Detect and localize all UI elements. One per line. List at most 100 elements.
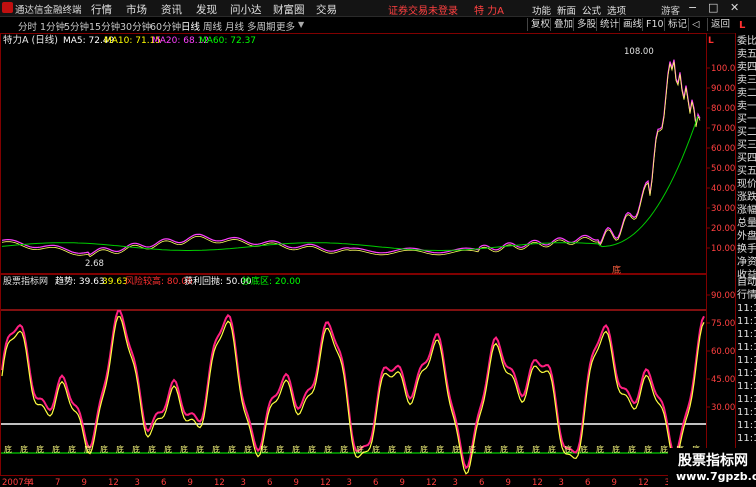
quote-item[interactable]: 外盘 [737,230,756,243]
period-5min[interactable]: 5分钟 [64,19,89,33]
bottom-marker: 底 [660,444,668,454]
quote-item[interactable]: 买二 [737,126,756,139]
menu-xuanxiang[interactable]: 选项 [607,3,626,17]
quote-item[interactable]: 卖四 [737,61,756,74]
period-multi[interactable]: 多周期 [247,19,276,33]
menu-faxian[interactable]: 发现 [196,2,217,17]
bottom-marker: 底 [644,444,652,454]
indicator-axis: 90.00 75.00 60.00 45.00 30.00 [706,291,735,413]
quote-item[interactable]: 换手 [737,243,756,256]
price-bottom-tag: 底 [612,264,621,276]
back-button[interactable]: 返回 [707,18,733,31]
price-tick-label: 30.00 [711,204,735,214]
more-arrow-icon[interactable]: ▼ [298,20,304,29]
tick-item: 11:1 [737,394,756,405]
quote-item[interactable]: 涨幅 [737,204,756,217]
trade-login-alert[interactable]: 证券交易未登录 [388,2,458,17]
stock-chart[interactable]: 特力A (日线) MA5: 72.49 MA10: 71.15 MA20: 68… [0,33,735,487]
bottom-marker: 底 [372,444,380,454]
indicator-tick-label: 75.00 [711,319,735,329]
title-bar: 通达信金融终端 行情 市场 资讯 发现 问小达 财富圈 交易 证券交易未登录 特… [0,0,756,17]
minimize-icon[interactable]: − [688,1,697,14]
period-30min[interactable]: 30分钟 [120,19,151,33]
period-fenshi[interactable]: 分时 [18,19,37,33]
price-tick-label: 10.00 [711,244,735,254]
quote-item[interactable]: 买四 [737,152,756,165]
close-icon[interactable]: ✕ [730,1,739,14]
quote-item[interactable]: 买五 [737,165,756,178]
indicator-value: 39.63 [102,277,128,287]
tick-item: 行情 [737,290,756,301]
maximize-icon[interactable]: □ [708,1,718,14]
bottom-marker: 底 [36,444,44,454]
biaoji-button[interactable]: 标记 [664,18,690,31]
indicator-tick-label: 90.00 [711,291,735,301]
quote-item[interactable]: 净资 [737,256,756,269]
high-price-label: 108.00 [624,47,654,57]
price-tick-label: 80.00 [711,104,735,114]
tick-item: 11:1 [737,329,756,340]
quote-item[interactable]: 现价 [737,178,756,191]
quote-item[interactable]: 卖三 [737,74,756,87]
ma60-label: MA60: 72.37 [199,36,256,46]
date-tick-label: 6 [161,478,166,487]
date-tick-label: 3 [559,478,564,487]
period-weekly[interactable]: 周线 [203,19,222,33]
date-tick-label: 9 [612,478,617,487]
bottom-marker: 底 [420,444,428,454]
bottom-marker: 底 [484,444,492,454]
tick-item: 11:1 [737,420,756,431]
quote-item[interactable]: 委比 [737,35,756,48]
indicator-trend: 趋势: 39.63 [55,275,105,287]
menu-zixun[interactable]: 资讯 [161,2,182,17]
collapse-icon[interactable]: ◁ [688,18,702,31]
date-tick-label: 9 [82,478,87,487]
bottom-marker: 底 [52,444,60,454]
quote-item[interactable]: 涨跌 [737,191,756,204]
period-more[interactable]: 更多 [276,19,295,33]
period-daily[interactable]: 日线 [181,19,200,33]
menu-jiaoyi[interactable]: 交易 [316,2,337,17]
price-tick-label: 60.00 [711,144,735,154]
menu-gongneng[interactable]: 功能 [532,3,551,17]
quote-item[interactable]: 买一 [737,113,756,126]
tick-item: 11:1 [737,368,756,379]
menu-shichang[interactable]: 市场 [126,2,147,17]
indicator-bottom: 抄底区: 20.00 [242,275,301,287]
menu-caifuquan[interactable]: 财富圈 [273,2,305,17]
price-tick-label: 100.0 [711,64,735,74]
quote-item[interactable]: 总量 [737,217,756,230]
quote-item[interactable]: 卖一 [737,100,756,113]
date-tick-label: 12 [426,478,437,487]
quote-item[interactable]: 卖五 [737,48,756,61]
bottom-marker: 底 [436,444,444,454]
menu-gongshi[interactable]: 公式 [582,3,601,17]
bottom-marker: 底 [20,444,28,454]
price-tick-label: 50.00 [711,164,735,174]
menu-xinmian[interactable]: 新面 [557,3,576,17]
period-monthly[interactable]: 月线 [225,19,244,33]
bottom-marker: 底 [4,444,12,454]
price-tick-label: 20.00 [711,224,735,234]
period-15min[interactable]: 15分钟 [89,19,120,33]
quote-item[interactable]: 买三 [737,139,756,152]
tick-item: 11:1 [737,342,756,353]
quote-item[interactable]: 卖二 [737,87,756,100]
price-side-marker: L [708,36,714,46]
menu-wenxiaoda[interactable]: 问小达 [230,2,262,17]
period-60min[interactable]: 60分钟 [150,19,181,33]
date-tick-label: 3 [453,478,458,487]
bottom-marker: 底 [180,444,188,454]
tick-item: 11:1 [737,407,756,418]
bottom-marker: 底 [628,444,636,454]
price-series [1,59,701,258]
period-1min[interactable]: 1分钟 [40,19,65,33]
user-label[interactable]: 游客 [661,3,680,17]
menu-hangqing[interactable]: 行情 [91,2,112,17]
date-tick-label: 12 [638,478,649,487]
bottom-marker: 底 [324,444,332,454]
bottom-marker: 底 [196,444,204,454]
f10-button[interactable]: F10 [642,18,667,31]
tick-item: 11:1 [737,303,756,314]
date-tick-label: 3 [241,478,246,487]
